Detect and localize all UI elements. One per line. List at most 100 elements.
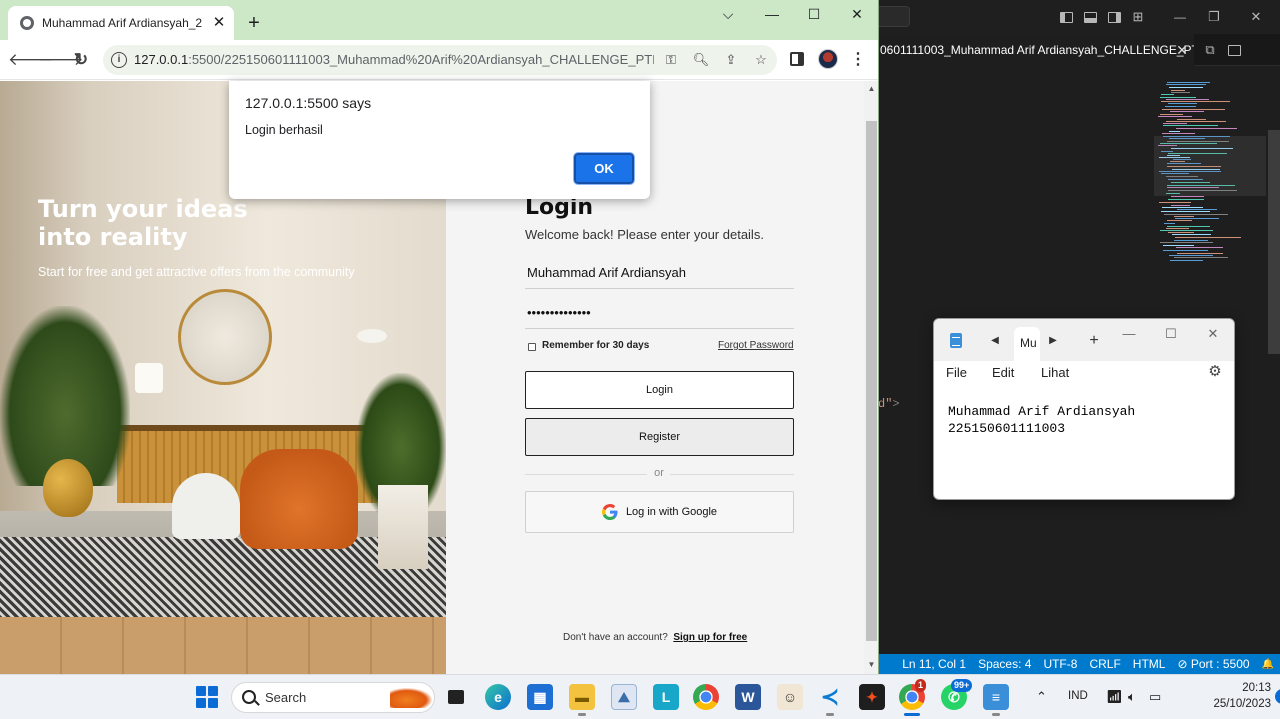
notifications-bell-icon[interactable]: 🔔 (1256, 659, 1280, 670)
maximize-icon[interactable]: ☐ (792, 3, 836, 25)
edge-icon[interactable]: e (485, 684, 511, 710)
forgot-password-link[interactable]: Forgot Password (718, 340, 794, 351)
tab-scroll-left-icon[interactable]: ◀ (986, 331, 1004, 351)
minimap-slider[interactable] (1154, 136, 1266, 196)
status-live-server-port[interactable]: ⊘ Port : 5500 (1171, 657, 1255, 671)
scroll-down-icon[interactable]: ▼ (866, 659, 877, 671)
alert-ok-button[interactable]: OK (573, 152, 635, 185)
profile-avatar[interactable] (818, 49, 838, 69)
vscode-titlebar: ⊞ — ❐ ✕ (878, 0, 1280, 34)
forward-arrow-icon[interactable]: 🡒 (38, 48, 84, 72)
toggle-secondary-sidebar-icon[interactable] (1102, 0, 1126, 34)
username-input[interactable]: Muhammad Arif Ardiansyah (525, 259, 794, 289)
minimize-icon[interactable]: — (750, 3, 794, 25)
menu-edit[interactable]: Edit (992, 365, 1014, 380)
share-icon[interactable]: ⇪ (721, 50, 741, 70)
store-icon[interactable]: ▦ (527, 684, 553, 710)
bookmark-star-icon[interactable]: ☆ (751, 50, 771, 70)
customize-layout-icon[interactable]: ⊞ (1126, 0, 1150, 34)
volume-icon[interactable]: 🔈︎ (1128, 689, 1136, 705)
task-view-icon[interactable] (443, 684, 469, 710)
minimap-line (1163, 125, 1218, 126)
photos-icon[interactable]: ⛰ (611, 684, 637, 710)
notepad-tab[interactable]: Mu (1014, 327, 1040, 361)
wifi-icon[interactable]: 📶︎ (1106, 689, 1123, 705)
search-icon (242, 690, 256, 704)
vscode-minimize-icon[interactable]: — (1168, 0, 1192, 34)
status-indentation[interactable]: Spaces: 4 (972, 657, 1037, 671)
app-character-icon[interactable]: ☺ (777, 684, 803, 710)
back-arrow-icon[interactable]: 🡐 (8, 48, 54, 72)
menu-file[interactable]: File (946, 365, 967, 380)
toggle-primary-sidebar-icon[interactable] (1054, 0, 1078, 34)
taskbar-search[interactable]: Search (231, 682, 435, 713)
status-encoding[interactable]: UTF-8 (1037, 657, 1083, 671)
minimap-line (1160, 242, 1213, 243)
url-text[interactable]: 127.0.0.1:5500/225150601111003_Muhammad%… (134, 52, 654, 67)
side-panel-icon[interactable] (790, 52, 804, 66)
clock-date[interactable]: 25/10/2023 (1180, 698, 1271, 710)
tab-close-icon[interactable]: ✕ (210, 14, 228, 32)
reload-icon[interactable]: ↻ (69, 48, 93, 72)
remember-checkbox[interactable] (528, 343, 536, 351)
chrome-menu-icon[interactable]: ⋮ (848, 48, 868, 72)
password-input[interactable]: •••••••••••••• (525, 299, 794, 329)
input-language[interactable]: IND (1068, 690, 1088, 702)
password-key-icon[interactable]: ⚿ (661, 50, 681, 70)
notepad-close-icon[interactable]: ✕ (1198, 323, 1228, 345)
google-login-button[interactable]: Log in with Google (525, 491, 794, 533)
notepad-text-area[interactable]: Muhammad Arif Ardiansyah 225150601111003 (948, 403, 1135, 437)
split-editor-icon[interactable] (1222, 38, 1246, 62)
notification-count-badge[interactable]: 6 (1275, 689, 1280, 704)
word-icon[interactable]: W (735, 684, 761, 710)
register-button[interactable]: Register (525, 418, 794, 456)
vscode-tab-close-icon[interactable]: ✕ (1174, 34, 1190, 66)
minimap-line (1166, 228, 1189, 229)
notepad-taskbar-icon[interactable]: ≡ (983, 684, 1009, 716)
login-button[interactable]: Login (525, 371, 794, 409)
vscode-restore-icon[interactable]: ❐ (1202, 0, 1226, 34)
vscode-editor-tab[interactable]: 0601111003_Muhammad Arif Ardiansyah_CHAL… (878, 34, 1194, 66)
hero-floor (0, 617, 446, 674)
vscode-taskbar-icon[interactable]: ≺ (817, 684, 843, 716)
file-explorer-icon[interactable]: ▬ (569, 684, 595, 716)
scroll-up-icon[interactable]: ▲ (866, 83, 877, 95)
app-l-icon[interactable]: L (653, 684, 679, 710)
show-hidden-icons-chevron-icon[interactable]: ⌃ (1036, 689, 1047, 705)
browser-tab[interactable]: Muhammad Arif Ardiansyah_225 ✕ (8, 6, 234, 40)
figma-icon[interactable]: ✦ (859, 684, 885, 710)
site-info-icon[interactable]: i (111, 52, 127, 68)
scrollbar-thumb[interactable] (866, 121, 877, 641)
notepad-minimize-icon[interactable]: — (1114, 323, 1144, 345)
close-window-icon[interactable]: ✕ (835, 3, 878, 25)
minimap-line (1171, 90, 1185, 91)
whatsapp-icon[interactable]: ✆ 99+ (941, 679, 973, 710)
vscode-close-icon[interactable]: ✕ (1244, 0, 1268, 34)
chrome-taskbar-icon[interactable] (693, 684, 719, 710)
start-button[interactable] (196, 686, 218, 708)
zoom-icon[interactable]: 🔍︎ (691, 50, 711, 70)
status-eol[interactable]: CRLF (1083, 657, 1126, 671)
vscode-scrollbar[interactable] (1268, 130, 1280, 354)
notepad-menubar: File Edit Lihat ⚙ (934, 361, 1234, 385)
menu-view[interactable]: Lihat (1041, 365, 1069, 380)
chrome-profile-icon[interactable]: 1 (899, 679, 927, 716)
address-bar[interactable]: i 127.0.0.1:5500/225150601111003_Muhamma… (103, 45, 777, 75)
page-scrollbar[interactable]: ▲ ▼ (864, 81, 878, 674)
notepad-maximize-icon[interactable]: ☐ (1156, 323, 1186, 345)
status-cursor-position[interactable]: Ln 11, Col 1 (896, 657, 972, 671)
clock-time[interactable]: 20:13 (1207, 682, 1271, 694)
new-tab-icon[interactable]: + (1084, 331, 1104, 351)
toggle-panel-icon[interactable] (1078, 0, 1102, 34)
signup-link[interactable]: Sign up for free (673, 632, 747, 643)
settings-gear-icon[interactable]: ⚙ (1206, 363, 1224, 381)
minimap-line (1166, 121, 1226, 122)
vscode-command-center[interactable] (878, 6, 910, 27)
open-preview-icon[interactable]: ⧉ (1198, 38, 1222, 62)
tab-scroll-right-icon[interactable]: ▶ (1044, 331, 1062, 351)
new-tab-button[interactable]: + (242, 12, 266, 36)
battery-icon[interactable]: ▭ (1149, 689, 1161, 705)
status-language[interactable]: HTML (1127, 657, 1172, 671)
minimap-line (1172, 234, 1211, 235)
tab-search-icon[interactable]: ⌵ (706, 3, 750, 25)
